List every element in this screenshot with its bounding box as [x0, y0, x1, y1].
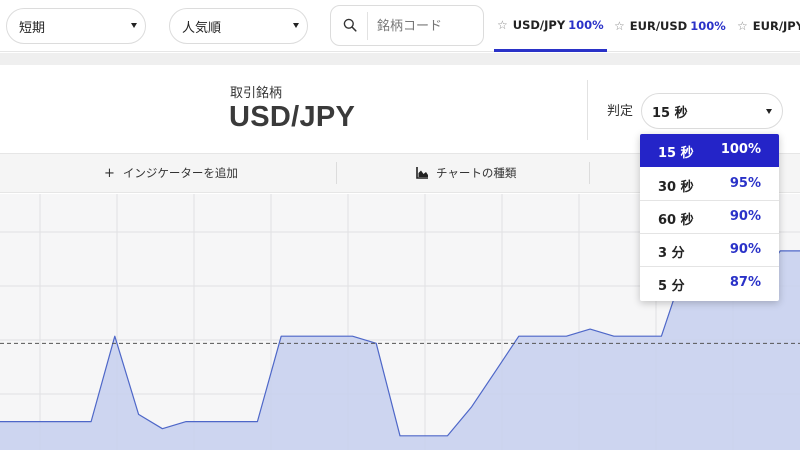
duration-option-time: 30 秒	[658, 180, 694, 195]
duration-option[interactable]: 3 分 90%	[640, 234, 779, 267]
duration-option[interactable]: 5 分 87%	[640, 267, 779, 300]
star-icon[interactable]: ☆	[614, 19, 625, 33]
toolbar-divider	[336, 162, 337, 184]
duration-option-time: 5 分	[658, 279, 685, 294]
caret-down-icon	[766, 109, 772, 114]
caret-down-icon	[131, 23, 137, 28]
pair-tab-eurusd[interactable]: ☆ EUR/USD 100%	[614, 0, 726, 52]
duration-option-payout: 90%	[729, 209, 761, 224]
area-chart-icon	[416, 167, 428, 179]
chart-type-label: チャートの種類	[436, 166, 517, 180]
caret-down-icon	[293, 23, 299, 28]
term-filter-select[interactable]: 短期	[6, 8, 146, 44]
symbol-search-input[interactable]	[377, 14, 477, 38]
pair-tab-payout: 100%	[690, 19, 726, 33]
pair-tab-payout: 100%	[568, 17, 604, 32]
chart-type-button[interactable]: チャートの種類	[416, 154, 516, 192]
duration-option[interactable]: 60 秒 90%	[640, 201, 779, 234]
plus-icon: +	[104, 165, 115, 181]
top-bar: 短期 人気順 ☆ USD/JPY 100% ☆ EUR/USD 100% ☆ E…	[0, 0, 800, 52]
judgement-selected-value: 15 秒	[652, 105, 688, 121]
add-indicator-button[interactable]: + インジケーターを追加	[104, 154, 238, 192]
symbol-search	[330, 5, 484, 46]
duration-option-payout: 90%	[729, 242, 761, 257]
duration-option[interactable]: 15 秒 100%	[640, 134, 779, 167]
sort-filter-select[interactable]: 人気順	[169, 8, 308, 44]
info-divider	[587, 80, 588, 140]
star-icon[interactable]: ☆	[497, 18, 508, 32]
duration-option-payout: 100%	[720, 142, 761, 157]
section-gap	[0, 53, 800, 65]
judgement-label: 判定	[607, 104, 634, 119]
search-divider	[367, 12, 368, 40]
term-filter-value: 短期	[19, 20, 46, 36]
pair-tab-name: USD/JPY	[512, 17, 566, 32]
add-indicator-label: インジケーターを追加	[122, 166, 238, 180]
pair-tab-eurjpy[interactable]: ☆ EUR/JPY	[737, 0, 800, 52]
duration-option-time: 15 秒	[658, 146, 694, 161]
duration-option-time: 60 秒	[658, 213, 694, 228]
duration-option-time: 3 分	[658, 246, 685, 261]
star-icon[interactable]: ☆	[737, 19, 748, 33]
symbol-value: USD/JPY	[229, 101, 356, 133]
duration-option-payout: 95%	[729, 176, 761, 191]
search-icon[interactable]	[343, 18, 357, 32]
judgement-select[interactable]: 15 秒	[641, 93, 783, 129]
pair-tab-name: EUR/JPY	[752, 19, 800, 33]
duration-option[interactable]: 30 秒 95%	[640, 168, 779, 201]
pair-tab-name: EUR/USD	[629, 19, 688, 33]
toolbar-divider	[589, 162, 590, 184]
duration-dropdown: 15 秒 100% 30 秒 95% 60 秒 90% 3 分 90% 5 分 …	[640, 134, 779, 301]
duration-option-payout: 87%	[729, 275, 761, 290]
pair-tab-usdjpy[interactable]: ☆ USD/JPY 100%	[494, 0, 607, 52]
sort-filter-value: 人気順	[182, 20, 222, 36]
symbol-label: 取引銘柄	[230, 86, 283, 101]
